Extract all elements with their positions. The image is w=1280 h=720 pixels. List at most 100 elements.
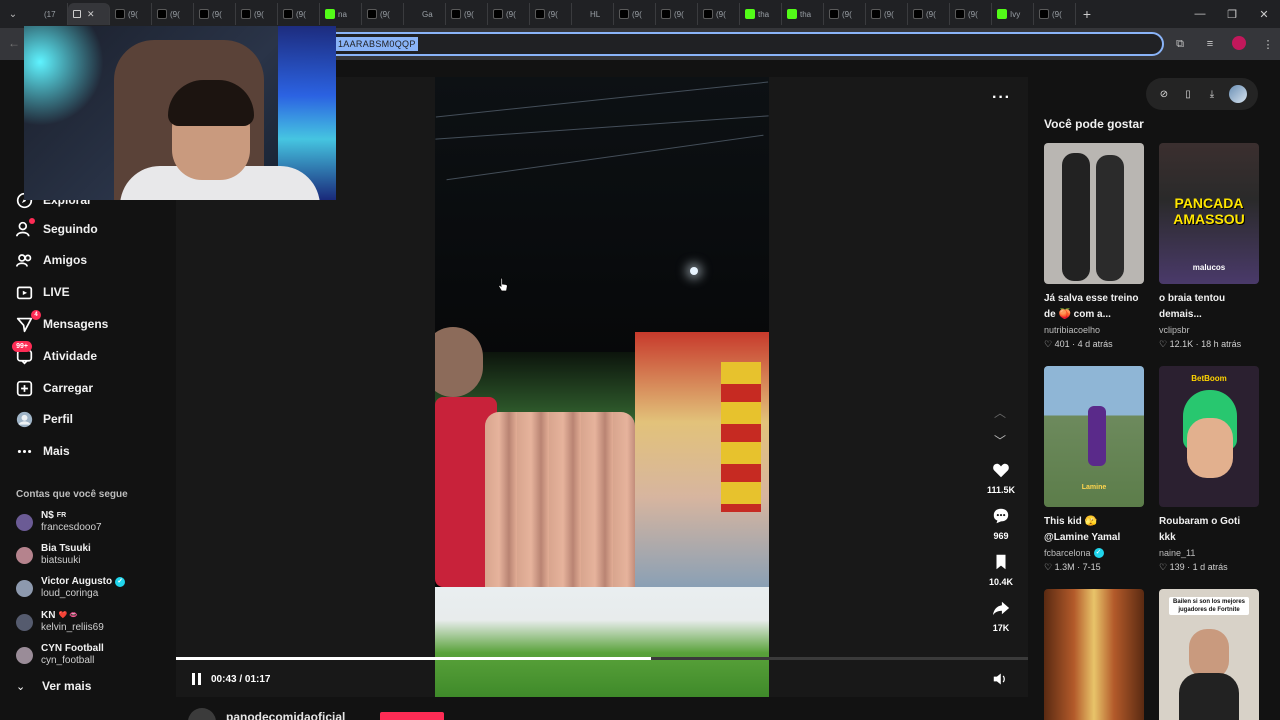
tiktok-favicon-icon: [955, 9, 965, 19]
browser-tab[interactable]: (9(: [1034, 3, 1076, 25]
tab-label: na: [338, 9, 347, 19]
browser-tab[interactable]: (9(: [614, 3, 656, 25]
browser-tab[interactable]: (9(: [656, 3, 698, 25]
video-frame[interactable]: [435, 77, 769, 697]
browser-tab[interactable]: (9(: [110, 3, 152, 25]
hand-cursor-icon: [498, 277, 508, 292]
comment-icon: [991, 506, 1011, 526]
browser-tab[interactable]: Ga: [404, 3, 446, 25]
user-avatar[interactable]: [1229, 85, 1247, 103]
video-thumbnail[interactable]: Lamine: [1044, 366, 1144, 507]
new-tab-button[interactable]: +: [1076, 6, 1098, 22]
browser-tab[interactable]: ✕: [68, 3, 110, 25]
browser-tab[interactable]: (9(: [908, 3, 950, 25]
share-button[interactable]: 17K: [976, 598, 1026, 633]
recommended-video-card[interactable]: Já salva esse treino de 🍑 com a... nutri…: [1044, 143, 1144, 351]
follow-button[interactable]: [380, 712, 444, 720]
coins-icon[interactable]: ⊘: [1157, 89, 1171, 100]
video-peppers: [721, 362, 761, 512]
recommended-video-card[interactable]: BetBoom Roubaram o Goti kkk naine_11 ♡ 1…: [1159, 366, 1259, 574]
browser-tab[interactable]: (9(: [236, 3, 278, 25]
browser-tab[interactable]: (9(: [152, 3, 194, 25]
browser-tab[interactable]: (9(: [866, 3, 908, 25]
sidebar-item-live[interactable]: LIVE: [16, 281, 70, 303]
comment-button[interactable]: 969: [976, 506, 1026, 541]
browser-tab[interactable]: (9(: [488, 3, 530, 25]
tiktok-favicon-icon: [241, 9, 251, 19]
avatar: [16, 647, 33, 664]
progress-bar[interactable]: [176, 657, 1028, 660]
minimize-icon[interactable]: —: [1184, 0, 1216, 28]
previous-video-icon[interactable]: ︿: [994, 404, 1006, 421]
browser-tabstrip: ⌄ (17 ✕ (9((9((9((9((9(na (9(Ga (9((9((9(HL(…: [0, 0, 1280, 28]
browser-tab[interactable]: (9(: [698, 3, 740, 25]
browser-tab[interactable]: na: [320, 3, 362, 25]
tiktok-favicon-icon: [535, 9, 545, 19]
browser-tab[interactable]: Ivy: [992, 3, 1034, 25]
like-button[interactable]: 111.5K: [976, 460, 1026, 495]
sidebar-item-atividade[interactable]: 99+ Atividade: [12, 340, 97, 367]
extensions-icon[interactable]: ⧉: [1172, 36, 1188, 52]
browser-tab[interactable]: (9(: [194, 3, 236, 25]
close-window-icon[interactable]: ✕: [1248, 0, 1280, 28]
tiktok-favicon-icon: [871, 9, 881, 19]
sidebar-item-mais[interactable]: Mais: [16, 440, 70, 462]
browser-tab[interactable]: HL: [572, 3, 614, 25]
recommended-video-card[interactable]: Bailen si son los mejores jugadores de F…: [1159, 589, 1259, 720]
tab-label: Ivy: [1010, 9, 1021, 19]
download-icon[interactable]: ⤓: [1205, 89, 1219, 100]
video-thumbnail[interactable]: BetBoom: [1159, 366, 1259, 507]
media-controls-icon[interactable]: ≡: [1202, 36, 1218, 52]
browser-tab[interactable]: (9(: [824, 3, 866, 25]
browser-tab[interactable]: (9(: [950, 3, 992, 25]
recommended-video-card[interactable]: Lamine This kid 🫣 @Lamine Yamal #fcbarce…: [1044, 366, 1144, 574]
browser-tab[interactable]: tha: [740, 3, 782, 25]
profile-icon[interactable]: [1232, 36, 1246, 50]
tab-search-icon[interactable]: ⌄: [0, 0, 26, 28]
tiktok-favicon-icon: [829, 9, 839, 19]
video-thumbnail[interactable]: [1044, 143, 1144, 284]
sidebar-item-amigos[interactable]: Amigos: [16, 249, 87, 271]
restore-icon[interactable]: ❐: [1216, 0, 1248, 28]
sidebar-item-perfil[interactable]: Perfil: [16, 408, 73, 430]
video-thumbnail[interactable]: Bailen si son los mejores jugadores de F…: [1159, 589, 1259, 720]
device-icon[interactable]: ▯: [1181, 89, 1195, 100]
see-more-button[interactable]: ⌄ Ver mais: [16, 679, 91, 693]
browser-tab[interactable]: (9(: [362, 3, 404, 25]
video-thumbnail[interactable]: [1044, 589, 1144, 720]
browser-menu-icon[interactable]: ⋮: [1260, 36, 1276, 52]
back-arrow-icon[interactable]: ←: [8, 36, 20, 50]
following-account[interactable]: KN ❤️ 👄 kelvin_reliis69: [16, 609, 104, 634]
browser-tab[interactable]: (9(: [530, 3, 572, 25]
window-controls: — ❐ ✕: [1184, 0, 1280, 28]
volume-icon[interactable]: [992, 672, 1008, 686]
video-thumbnail[interactable]: PANCADA AMASSOU malucos: [1159, 143, 1259, 284]
browser-tab[interactable]: (9(: [278, 3, 320, 25]
following-account[interactable]: CYN Football cyn_football: [16, 642, 104, 667]
sidebar-item-seguindo[interactable]: Seguindo: [16, 217, 98, 240]
tab-label: (9(: [254, 9, 264, 19]
author-avatar[interactable]: [188, 708, 216, 720]
next-video-icon[interactable]: ﹀: [994, 432, 1006, 449]
recommendations-title: Você pode gostar: [1044, 117, 1144, 131]
save-button[interactable]: 10.4K: [976, 552, 1026, 587]
browser-tab[interactable]: tha: [782, 3, 824, 25]
url-selected-text[interactable]: 1AARABSM0QQP: [336, 37, 418, 51]
messages-icon: 4: [16, 309, 41, 333]
following-account[interactable]: Victor Augusto ✓ loud_coringa: [16, 575, 126, 600]
tab-label: (9(: [506, 9, 516, 19]
address-bar[interactable]: 1AARABSM0QQP: [300, 32, 1164, 56]
recommended-video-card[interactable]: [1044, 589, 1144, 720]
recommended-video-card[interactable]: PANCADA AMASSOU malucos o braia tentou d…: [1159, 143, 1259, 351]
tab-close-icon[interactable]: ✕: [87, 9, 95, 20]
following-account[interactable]: N$ FR francesdooo7: [16, 509, 102, 534]
following-account[interactable]: Bia Tsuuki biatsuuki: [16, 542, 91, 567]
browser-tab[interactable]: (9(: [446, 3, 488, 25]
sidebar-item-carregar[interactable]: Carregar: [16, 377, 93, 399]
author-name[interactable]: panodecomidaoficial: [226, 710, 345, 720]
pause-icon[interactable]: [192, 673, 201, 685]
more-options-icon[interactable]: ···: [992, 89, 1011, 107]
more-icon: [16, 443, 33, 460]
browser-tab[interactable]: (17: [26, 3, 68, 25]
sidebar-item-mensagens[interactable]: 4 Mensagens: [16, 309, 108, 335]
